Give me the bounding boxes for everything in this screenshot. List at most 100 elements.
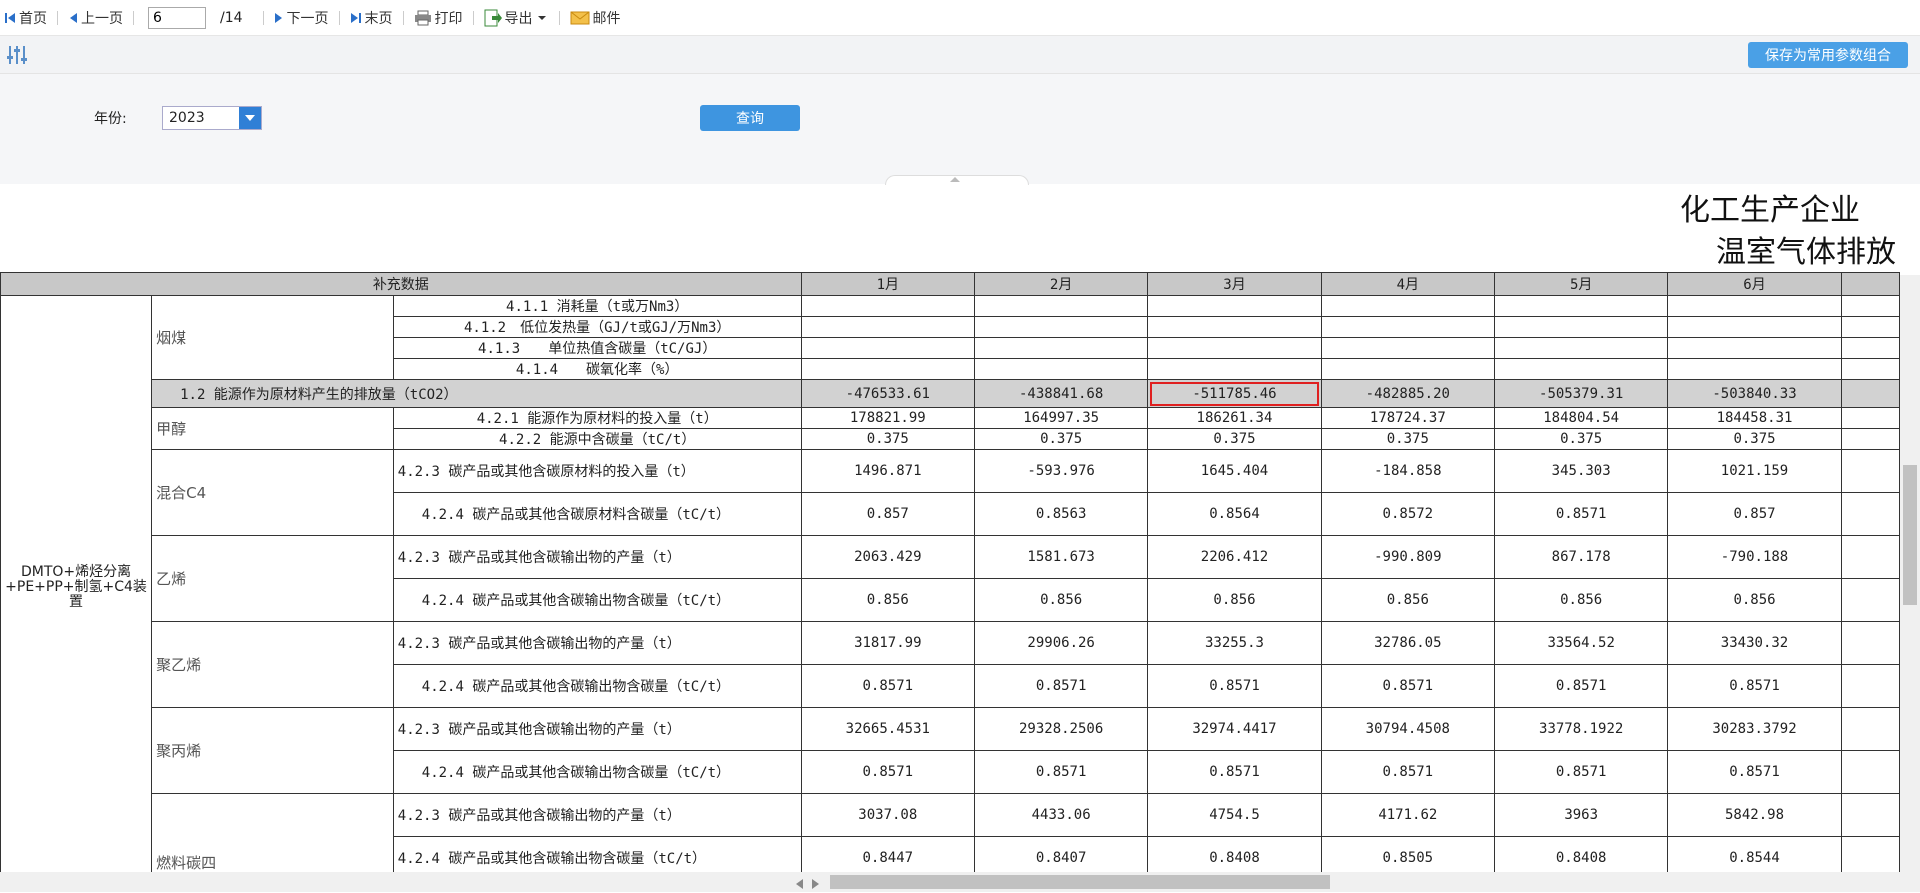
table-cell[interactable]: 33564.52 (1493, 621, 1669, 665)
table-cell[interactable]: 0.8571 (973, 664, 1149, 708)
table-cell[interactable]: 0.8571 (800, 664, 975, 708)
table-cell[interactable]: 32786.05 (1320, 621, 1496, 665)
table-cell[interactable]: 0.8407 (973, 836, 1149, 872)
table-cell[interactable]: 164997.35 (973, 407, 1149, 429)
table-cell[interactable]: -503840.33 (1667, 379, 1842, 408)
table-cell[interactable]: 0.8571 (800, 750, 975, 794)
year-select[interactable]: 2023 (162, 106, 262, 130)
page-number-input[interactable] (148, 6, 206, 29)
table-cell[interactable] (1667, 358, 1842, 380)
horizontal-scrollbar[interactable] (0, 872, 1920, 892)
table-cell[interactable] (1840, 535, 1900, 579)
table-cell[interactable]: 2063.429 (800, 535, 975, 579)
table-cell[interactable]: 184458.31 (1667, 407, 1842, 429)
table-cell[interactable]: 30283.3792 (1667, 707, 1842, 751)
table-cell[interactable] (1320, 337, 1496, 359)
table-cell[interactable]: 2206.412 (1147, 535, 1322, 579)
table-cell[interactable] (800, 358, 975, 380)
table-cell[interactable] (1147, 316, 1322, 338)
table-cell[interactable]: 0.8571 (973, 750, 1149, 794)
table-cell[interactable]: -990.809 (1320, 535, 1496, 579)
table-cell[interactable]: 345.303 (1493, 449, 1669, 493)
table-cell[interactable]: 33778.1922 (1493, 707, 1669, 751)
query-button[interactable]: 查询 (700, 105, 800, 131)
table-cell[interactable] (1493, 337, 1669, 359)
table-cell[interactable]: 33255.3 (1147, 621, 1322, 665)
table-cell[interactable]: 33430.32 (1667, 621, 1842, 665)
table-cell[interactable]: 1645.404 (1147, 449, 1322, 493)
table-cell[interactable] (1493, 358, 1669, 380)
table-cell[interactable]: 4754.5 (1147, 793, 1322, 837)
table-cell[interactable]: 4171.62 (1320, 793, 1496, 837)
table-cell[interactable]: 0.8571 (1147, 750, 1322, 794)
table-cell[interactable] (800, 316, 975, 338)
table-cell[interactable] (1840, 836, 1900, 872)
next-page-button[interactable]: 下一页 (270, 0, 333, 35)
table-cell[interactable]: 0.8408 (1147, 836, 1322, 872)
table-cell[interactable]: 31817.99 (800, 621, 975, 665)
table-cell[interactable]: 0.8544 (1667, 836, 1842, 872)
table-cell[interactable]: 3963 (1493, 793, 1669, 837)
table-cell[interactable]: 184804.54 (1493, 407, 1669, 429)
table-cell[interactable]: 0.8571 (1147, 664, 1322, 708)
table-cell[interactable] (1840, 449, 1900, 493)
print-button[interactable]: 打印 (410, 0, 467, 35)
dropdown-arrow-icon[interactable] (239, 107, 261, 129)
table-cell[interactable]: 0.857 (800, 492, 975, 536)
table-cell[interactable] (1320, 316, 1496, 338)
table-cell[interactable]: 0.375 (1320, 428, 1496, 450)
table-cell[interactable]: 29906.26 (973, 621, 1149, 665)
table-cell[interactable]: 0.375 (1667, 428, 1842, 450)
prev-page-button[interactable]: 上一页 (64, 0, 127, 35)
table-cell[interactable]: 5842.98 (1667, 793, 1842, 837)
table-cell[interactable]: 0.8571 (1667, 750, 1842, 794)
vertical-scrollbar[interactable] (1900, 275, 1920, 872)
table-cell[interactable]: -184.858 (1320, 449, 1496, 493)
table-cell[interactable]: 0.8572 (1320, 492, 1496, 536)
table-cell[interactable]: 0.8563 (973, 492, 1149, 536)
table-cell[interactable]: -476533.61 (800, 379, 975, 408)
table-cell[interactable]: -790.188 (1667, 535, 1842, 579)
table-cell-selected[interactable]: -511785.46 (1147, 379, 1322, 408)
table-cell[interactable] (1667, 295, 1842, 317)
table-cell[interactable]: 0.857 (1667, 492, 1842, 536)
export-button[interactable]: 导出 (480, 0, 553, 35)
table-cell[interactable]: 0.8447 (800, 836, 975, 872)
table-cell[interactable]: 0.375 (1147, 428, 1322, 450)
horizontal-scroll-thumb[interactable] (830, 875, 1330, 889)
table-cell[interactable] (1320, 358, 1496, 380)
table-cell[interactable] (1840, 337, 1900, 359)
table-cell[interactable]: -505379.31 (1493, 379, 1669, 408)
table-cell[interactable] (973, 316, 1149, 338)
table-cell[interactable]: 0.375 (1493, 428, 1669, 450)
table-cell[interactable] (1840, 750, 1900, 794)
table-cell[interactable] (1147, 337, 1322, 359)
table-cell[interactable]: 0.856 (973, 578, 1149, 622)
table-cell[interactable]: 186261.34 (1147, 407, 1322, 429)
table-cell[interactable]: 30794.4508 (1320, 707, 1496, 751)
table-cell[interactable]: 0.375 (800, 428, 975, 450)
table-cell[interactable]: 0.856 (800, 578, 975, 622)
save-parameter-combination-button[interactable]: 保存为常用参数组合 (1748, 42, 1908, 68)
table-cell[interactable] (973, 358, 1149, 380)
table-cell[interactable]: 178821.99 (800, 407, 975, 429)
table-cell[interactable]: 0.8505 (1320, 836, 1496, 872)
table-cell[interactable]: 0.856 (1147, 578, 1322, 622)
table-cell[interactable]: 4433.06 (973, 793, 1149, 837)
table-cell[interactable]: 1581.673 (973, 535, 1149, 579)
table-cell[interactable]: 0.8571 (1493, 664, 1669, 708)
table-cell[interactable]: -593.976 (973, 449, 1149, 493)
table-cell[interactable] (1320, 295, 1496, 317)
table-cell[interactable]: 0.856 (1493, 578, 1669, 622)
table-cell[interactable] (973, 295, 1149, 317)
table-cell[interactable]: 0.8571 (1667, 664, 1842, 708)
table-cell[interactable]: 178724.37 (1320, 407, 1496, 429)
scroll-right-icon[interactable] (812, 877, 820, 893)
table-cell[interactable] (800, 337, 975, 359)
table-cell[interactable] (1840, 428, 1900, 450)
table-cell[interactable]: 32665.4531 (800, 707, 975, 751)
table-cell[interactable] (1840, 707, 1900, 751)
table-cell[interactable] (1840, 358, 1900, 380)
mail-button[interactable]: 邮件 (566, 0, 625, 35)
table-cell[interactable] (1493, 295, 1669, 317)
